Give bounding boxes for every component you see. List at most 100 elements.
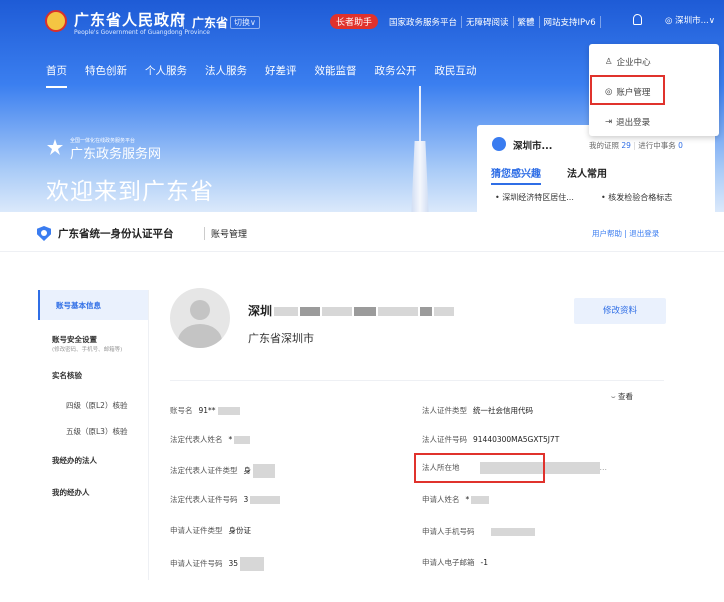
redaction	[250, 496, 281, 504]
field-label: 法定代表人姓名	[170, 435, 223, 444]
field-applicant-name: 申请人姓名 *	[422, 494, 490, 505]
region-switch-button[interactable]: 切换∨	[230, 16, 260, 29]
field-label: 法人证件号码	[422, 435, 467, 444]
avatar	[170, 288, 230, 348]
field-value: *	[228, 435, 233, 444]
nav-home[interactable]: 首页	[46, 63, 67, 88]
nav-personal[interactable]: 个人服务	[145, 63, 187, 88]
redaction	[378, 307, 419, 316]
field-label: 法人证件类型	[422, 406, 467, 415]
certs-label[interactable]: 我的证照	[589, 141, 619, 150]
field-label: 申请人姓名	[422, 495, 460, 504]
avatar-shoulders	[178, 324, 222, 348]
field-label: 申请人手机号码	[422, 527, 475, 536]
main-nav: 首页 特色创新 个人服务 法人服务 好差评 效能监督 政务公开 政民互动	[46, 63, 495, 88]
field-applicant-id-type: 申请人证件类型 身份证	[170, 525, 251, 536]
user-card: 深圳市... 我的证照 29 | 进行中事务 0 猜您感兴趣 法人常用 • 深圳…	[477, 125, 715, 212]
sidebar-item-level4[interactable]: 四级（原L2）核验	[66, 400, 127, 411]
field-label: 申请人证件类型	[170, 526, 223, 535]
highlight-box	[590, 75, 665, 105]
redaction	[471, 496, 490, 504]
nav-evaluation[interactable]: 好差评	[265, 63, 297, 88]
field-legal-rep-name: 法定代表人姓名 *	[170, 434, 251, 445]
user-card-name[interactable]: 深圳市...	[513, 138, 552, 152]
tower-body	[411, 141, 429, 212]
gov-service-name: 广东政务服务网	[70, 147, 162, 162]
view-label: 查看	[618, 392, 633, 401]
page-title: 账号管理	[204, 227, 247, 240]
field-legal-id-number: 法人证件号码 91440300MA5GXT5J7T	[422, 434, 559, 445]
list-item[interactable]: • 核发检验合格标志	[601, 192, 672, 203]
sidebar-security-hint: (修改密码、手机号、邮箱等)	[52, 347, 123, 353]
help-logout-links[interactable]: 用户帮助 | 退出登录	[592, 228, 659, 239]
nav-interaction[interactable]: 政民互动	[435, 63, 477, 88]
national-emblem-icon	[45, 10, 67, 32]
tab-common[interactable]: 法人常用	[567, 165, 607, 180]
bell-icon[interactable]	[633, 14, 642, 25]
tab-interest[interactable]: 猜您感兴趣	[491, 165, 541, 185]
tower-needle	[419, 86, 421, 146]
sidebar: 账号基本信息 账号安全设置 (修改密码、手机号、邮箱等) 实名核验 四级（原L2…	[38, 290, 148, 590]
user-menu-toggle[interactable]: ◎ 深圳市...∨	[665, 14, 715, 26]
nav-innovation[interactable]: 特色创新	[85, 63, 127, 88]
redaction	[234, 436, 251, 444]
field-value: 身份证	[228, 526, 252, 535]
sidebar-item-level5[interactable]: 五级（原L3）核验	[66, 426, 127, 437]
platform-title: 广东省统一身份认证平台	[58, 228, 174, 240]
pending-label[interactable]: 进行中事务	[638, 141, 676, 150]
sidebar-item-basic-info[interactable]: 账号基本信息	[38, 290, 148, 320]
logout-icon: ⇥	[605, 117, 613, 127]
highlight-box	[414, 453, 545, 483]
divider	[170, 380, 664, 381]
top-link-traditional[interactable]: 繁體	[514, 16, 540, 28]
shield-icon	[37, 226, 51, 241]
dropdown-item-enterprise[interactable]: ♙ 企业中心	[605, 56, 651, 68]
field-legal-rep-id-type: 法定代表人证件类型身	[170, 464, 275, 478]
field-legal-rep-id-number: 法定代表人证件号码 3	[170, 494, 281, 505]
redaction	[434, 307, 455, 316]
field-ellipsis: …	[599, 463, 608, 472]
redaction	[253, 464, 275, 478]
field-applicant-phone: 申请人手机号码	[422, 526, 535, 537]
view-toggle-link[interactable]: ⌣ 查看	[611, 391, 633, 402]
nav-supervision[interactable]: 效能监督	[315, 63, 357, 88]
top-links: 国家政务服务平台 无障碍阅读 繁體 网站支持IPv6	[385, 16, 601, 28]
top-link-national[interactable]: 国家政务服务平台	[385, 16, 463, 28]
account-management-page: 广东省统一身份认证平台 账号管理 用户帮助 | 退出登录 账号基本信息 账号安全…	[0, 212, 724, 602]
dropdown-item-label: 企业中心	[616, 58, 651, 68]
elder-assistant-button[interactable]: 长者助手	[330, 14, 379, 29]
dropdown-item-logout[interactable]: ⇥ 退出登录	[605, 116, 650, 128]
avatar-head	[190, 300, 210, 320]
canton-tower-illustration	[405, 86, 435, 212]
sidebar-item-managed-legal[interactable]: 我经办的法人	[52, 455, 97, 466]
nav-legal[interactable]: 法人服务	[205, 63, 247, 88]
user-card-stats: 我的证照 29 | 进行中事务 0	[589, 141, 683, 150]
portal-topbar: 广东省人民政府 People's Government of Guangdong…	[0, 0, 724, 44]
sidebar-item-realname[interactable]: 实名核验	[52, 370, 82, 381]
avatar	[492, 137, 506, 151]
redaction	[217, 407, 240, 415]
pending-count[interactable]: 0	[678, 141, 683, 150]
list-item[interactable]: • 深圳经济特区居住...	[495, 192, 574, 203]
site-title[interactable]: 广东省人民政府	[74, 9, 186, 30]
top-link-ipv6[interactable]: 网站支持IPv6	[540, 16, 601, 28]
gov-service-logo-icon	[47, 139, 63, 155]
field-value: 统一社会信用代码	[473, 406, 533, 415]
sidebar-item-security[interactable]: 账号安全设置	[52, 334, 97, 345]
redaction	[274, 307, 299, 316]
nav-open-gov[interactable]: 政务公开	[375, 63, 417, 88]
certs-count[interactable]: 29	[621, 141, 631, 150]
site-subtitle: People's Government of Guangdong Provinc…	[74, 29, 210, 36]
field-value: 91440300MA5GXT5J7T	[473, 435, 560, 444]
sidebar-item-managers[interactable]: 我的经办人	[52, 487, 90, 498]
redaction	[322, 307, 353, 316]
field-value: *	[465, 495, 470, 504]
building-icon: ♙	[605, 57, 613, 67]
top-link-accessibility[interactable]: 无障碍阅读	[462, 16, 514, 28]
gd-portal-header: 广东省人民政府 People's Government of Guangdong…	[0, 0, 724, 212]
region-label: 广东省	[192, 16, 229, 30]
edit-profile-button[interactable]: 修改资料	[574, 298, 666, 324]
field-label: 账号名	[170, 406, 193, 415]
divider	[183, 15, 184, 29]
field-legal-id-type: 法人证件类型 统一社会信用代码	[422, 405, 533, 416]
